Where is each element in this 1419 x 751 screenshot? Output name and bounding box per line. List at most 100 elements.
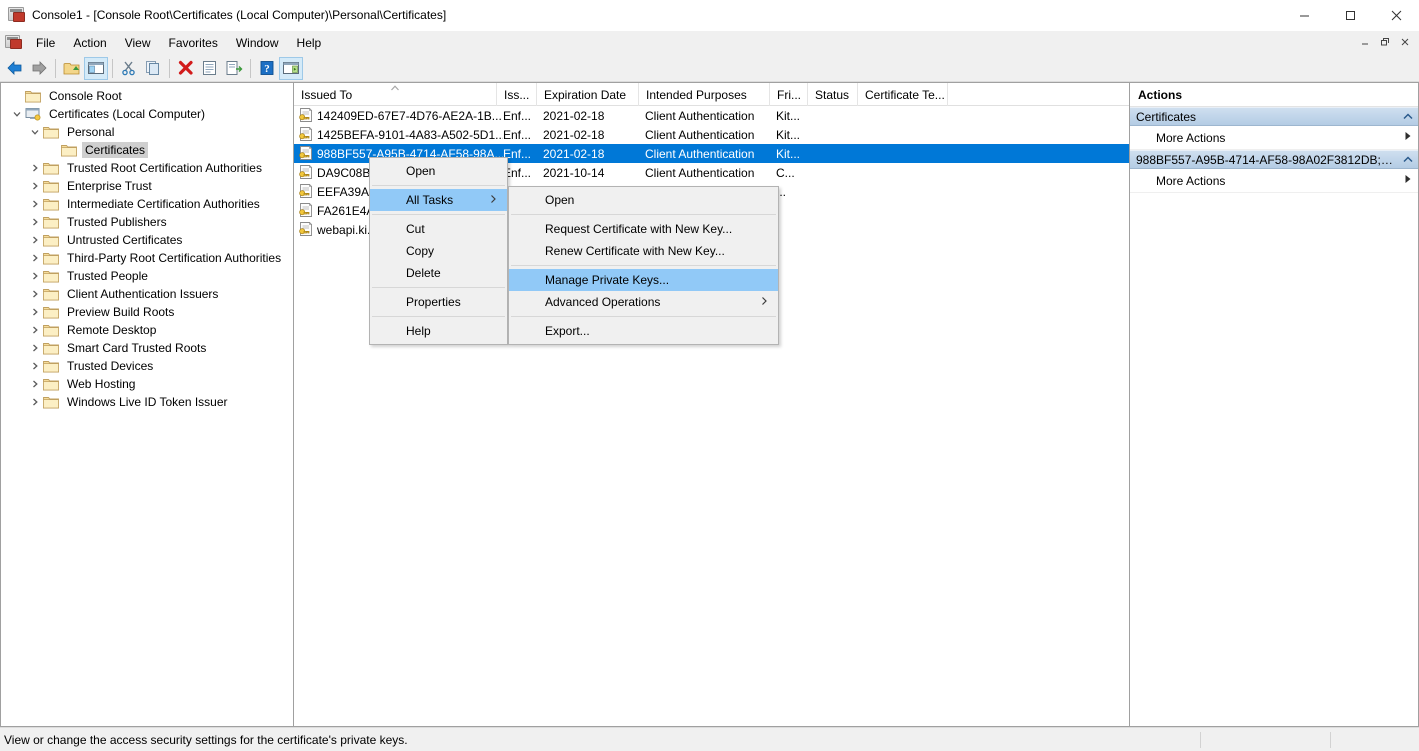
cell-expiration-date: 2021-10-14 [543,165,605,180]
delete-icon[interactable] [174,57,198,80]
folder-icon [43,251,59,265]
tree-item-trusted-root-certification-authorities[interactable]: Trusted Root Certification Authorities [3,159,293,177]
tree-item-trusted-devices[interactable]: Trusted Devices [3,357,293,375]
chevron-right-icon[interactable] [27,286,43,302]
action-more-actions-certificates[interactable]: More Actions [1130,126,1418,150]
chevron-right-icon[interactable] [27,322,43,338]
tree-item-intermediate-certification-authorities[interactable]: Intermediate Certification Authorities [3,195,293,213]
toolbar-separator [169,58,170,78]
tree-item-remote-desktop[interactable]: Remote Desktop [3,321,293,339]
tree-item-trusted-publishers[interactable]: Trusted Publishers [3,213,293,231]
tree-item-client-authentication-issuers[interactable]: Client Authentication Issuers [3,285,293,303]
context-menu-item-all-tasks[interactable]: All Tasks [370,189,507,211]
submenu-item-label: Manage Private Keys... [545,273,670,287]
menu-action[interactable]: Action [64,33,115,53]
main-body: Console Root Certificates (Local Compute… [0,82,1419,727]
copy-icon[interactable] [141,57,165,80]
context-menu-item-cut[interactable]: Cut [370,218,507,240]
cell-friendly-name: Kit... [776,127,801,142]
up-folder-icon[interactable] [60,57,84,80]
submenu-item-open[interactable]: Open [509,189,778,211]
cell-friendly-name: . [776,204,814,218]
help-icon[interactable]: ? [255,57,279,80]
chevron-right-icon[interactable] [27,304,43,320]
cut-icon[interactable] [117,57,141,80]
collapse-icon[interactable] [1403,155,1413,165]
context-menu-separator [372,287,505,288]
mdi-close-button[interactable] [1395,33,1415,51]
tree-item-smart-card-trusted-roots[interactable]: Smart Card Trusted Roots [3,339,293,357]
context-menu-item-help[interactable]: Help [370,320,507,342]
menu-file[interactable]: File [27,33,64,53]
chevron-right-icon[interactable] [27,358,43,374]
chevron-right-icon[interactable] [27,250,43,266]
close-button[interactable] [1373,0,1419,31]
back-icon[interactable] [3,57,27,80]
submenu-item-request-certificate-with-new-key[interactable]: Request Certificate with New Key... [509,218,778,240]
context-menu-item-delete[interactable]: Delete [370,262,507,284]
tree-item-enterprise-trust[interactable]: Enterprise Trust [3,177,293,195]
column-header-expiration-date[interactable]: Expiration Date [537,83,639,106]
tree-item-third-party-root-certification-authorities[interactable]: Third-Party Root Certification Authoriti… [3,249,293,267]
cell-intended-purposes: Client Authentication [645,146,755,161]
chevron-right-icon[interactable] [27,160,43,176]
context-menu-item-copy[interactable]: Copy [370,240,507,262]
context-menu-item-properties[interactable]: Properties [370,291,507,313]
chevron-right-icon[interactable] [1404,131,1412,144]
table-row[interactable]: 1425BEFA-9101-4A83-A502-5D1... Enf... 20… [294,125,1129,144]
show-hide-tree-icon[interactable] [84,56,108,80]
tree-item-certificates[interactable]: Certificates [3,141,293,159]
maximize-button[interactable] [1327,0,1373,31]
context-menu-item-open[interactable]: Open [370,160,507,182]
submenu-item-advanced-operations[interactable]: Advanced Operations [509,291,778,313]
menu-window[interactable]: Window [227,33,288,53]
cell-friendly-name: C... [776,165,795,180]
mdi-restore-button[interactable] [1375,33,1395,51]
collapse-icon[interactable] [1403,112,1413,122]
chevron-right-icon[interactable] [27,340,43,356]
submenu-item-export[interactable]: Export... [509,320,778,342]
table-row[interactable]: 142409ED-67E7-4D76-AE2A-1B... Enf... 202… [294,106,1129,125]
export-list-icon[interactable] [222,57,246,80]
menu-view[interactable]: View [116,33,160,53]
chevron-right-icon[interactable] [27,376,43,392]
column-header-certificate-template[interactable]: Certificate Te... [858,83,948,106]
tree-item-untrusted-certificates[interactable]: Untrusted Certificates [3,231,293,249]
chevron-right-icon[interactable] [27,196,43,212]
column-header-intended-purposes[interactable]: Intended Purposes [639,83,770,106]
tree-item-preview-build-roots[interactable]: Preview Build Roots [3,303,293,321]
action-group-header-certificates[interactable]: Certificates [1130,107,1418,126]
action-more-actions-selected-certificate[interactable]: More Actions [1130,169,1418,193]
chevron-right-icon[interactable] [27,214,43,230]
folder-icon [43,305,59,319]
menu-help[interactable]: Help [288,33,331,53]
tree-item-web-hosting[interactable]: Web Hosting [3,375,293,393]
show-action-pane-icon[interactable] [279,56,303,80]
submenu-item-renew-certificate-with-new-key[interactable]: Renew Certificate with New Key... [509,240,778,262]
column-header-issued-by[interactable]: Iss... [497,83,537,106]
menu-favorites[interactable]: Favorites [160,33,227,53]
chevron-down-icon[interactable] [27,124,43,140]
chevron-right-icon[interactable] [27,268,43,284]
tree-item-windows-live-id-token-issuer[interactable]: Windows Live ID Token Issuer [3,393,293,411]
tree-item-trusted-people[interactable]: Trusted People [3,267,293,285]
forward-icon[interactable] [27,57,51,80]
chevron-right-icon[interactable] [1404,174,1412,187]
column-header-status[interactable]: Status [808,83,858,106]
column-header-friendly-name[interactable]: Fri... [770,83,808,106]
tree-item-personal[interactable]: Personal [3,123,293,141]
all-tasks-submenu[interactable]: Open Request Certificate with New Key...… [508,186,779,345]
mdi-minimize-button[interactable] [1355,33,1375,51]
tree-item-console-root[interactable]: Console Root [3,87,293,105]
tree-item-certificates-local-computer[interactable]: Certificates (Local Computer) [3,105,293,123]
submenu-item-manage-private-keys[interactable]: Manage Private Keys... [509,269,778,291]
context-menu[interactable]: Open All Tasks Cut Copy Delete Propertie… [369,157,508,345]
chevron-right-icon[interactable] [27,178,43,194]
chevron-right-icon[interactable] [27,394,43,410]
chevron-down-icon[interactable] [9,106,25,122]
chevron-right-icon[interactable] [27,232,43,248]
minimize-button[interactable] [1281,0,1327,31]
column-header-issued-to[interactable]: Issued To [294,83,497,106]
properties-icon[interactable] [198,57,222,80]
action-group-header-selected-certificate[interactable]: 988BF557-A95B-4714-AF58-98A02F3812DB;kit… [1130,150,1418,169]
